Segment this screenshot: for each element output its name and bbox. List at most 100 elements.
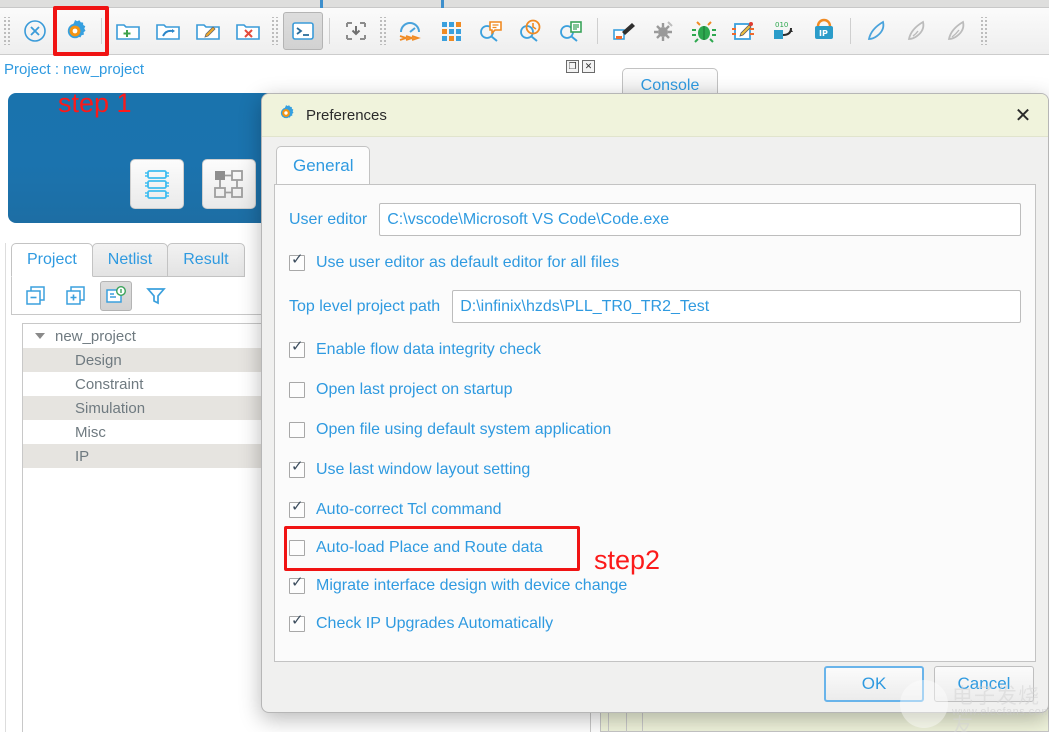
checkbox-use-user-editor-default[interactable]: Use user editor as default editor for al… bbox=[289, 250, 1021, 275]
dashboard-button-group bbox=[130, 159, 256, 209]
checkbox-label: Use last window layout setting bbox=[316, 460, 531, 478]
checkbox-box[interactable] bbox=[289, 459, 305, 478]
debug-bug-icon[interactable] bbox=[684, 12, 724, 50]
tree-row-constraint[interactable]: Constraint bbox=[23, 372, 284, 396]
checkbox-migrate-interface-design-with-device-change[interactable]: Migrate interface design with device cha… bbox=[289, 573, 1021, 598]
new-folder-icon[interactable] bbox=[108, 12, 148, 50]
tab-netlist-label: Netlist bbox=[107, 251, 153, 268]
checkbox-label: Enable flow data integrity check bbox=[316, 340, 542, 358]
project-panel-tabs: Project Netlist Result bbox=[11, 243, 245, 277]
filter-funnel-icon[interactable] bbox=[140, 281, 172, 311]
panel-float-button[interactable]: ❐ bbox=[566, 60, 579, 73]
toolbar-separator-2 bbox=[329, 18, 330, 44]
dialog-title-bar: Preferences ✕ bbox=[262, 94, 1048, 137]
checkbox-label: Migrate interface design with device cha… bbox=[316, 576, 628, 594]
checkbox-enable-flow-data-integrity-check[interactable]: Enable flow data integrity check bbox=[289, 337, 1021, 362]
user-editor-value: C:\vscode\Microsoft VS Code\Code.exe bbox=[387, 210, 670, 228]
tree-item-label: IP bbox=[75, 447, 90, 465]
toolbar-grip-4[interactable] bbox=[980, 17, 989, 45]
show-info-icon[interactable] bbox=[100, 280, 132, 311]
checkbox-check-ip-upgrades-automatically[interactable]: Check IP Upgrades Automatically bbox=[289, 611, 1021, 636]
close-icon[interactable]: ✕ bbox=[1010, 103, 1036, 129]
checkbox-box[interactable] bbox=[289, 613, 305, 632]
cancel-button[interactable]: Cancel bbox=[934, 666, 1034, 702]
download-device-icon[interactable] bbox=[336, 12, 376, 50]
tree-row-misc[interactable]: Misc bbox=[23, 420, 284, 444]
step2-annotation: step2 bbox=[594, 545, 661, 575]
tree-row-design[interactable]: Design bbox=[23, 348, 284, 372]
svg-text:010: 010 bbox=[775, 21, 788, 29]
tab-console-label: Console bbox=[640, 76, 700, 94]
checkbox-box[interactable] bbox=[289, 539, 305, 556]
device-stack-icon[interactable] bbox=[130, 159, 184, 209]
search-message-icon[interactable] bbox=[471, 12, 511, 50]
signal-probe-icon[interactable]: 010 bbox=[764, 12, 804, 50]
tab-project[interactable]: Project bbox=[11, 243, 93, 277]
tab-marker-2 bbox=[441, 0, 444, 8]
close-project-icon[interactable] bbox=[15, 12, 55, 50]
project-title: Project : new_project bbox=[4, 60, 145, 78]
user-editor-input[interactable]: C:\vscode\Microsoft VS Code\Code.exe bbox=[379, 203, 1021, 236]
toolbar-separator-1 bbox=[101, 18, 102, 44]
tab-netlist[interactable]: Netlist bbox=[91, 243, 169, 277]
toolbar-separator-3 bbox=[597, 18, 598, 44]
collapse-all-icon[interactable] bbox=[20, 281, 52, 311]
checkbox-box[interactable] bbox=[289, 339, 305, 358]
project-panel-toolbar bbox=[11, 277, 284, 315]
ok-button-label: OK bbox=[861, 674, 887, 693]
edit-schematic-icon[interactable] bbox=[724, 12, 764, 50]
main-toolbar: 010 IP bbox=[0, 8, 1049, 55]
expand-all-icon[interactable] bbox=[60, 281, 92, 311]
checkbox-box[interactable] bbox=[289, 421, 305, 438]
checkbox-use-last-window-layout-setting[interactable]: Use last window layout setting bbox=[289, 457, 1021, 482]
power-analyzer-icon[interactable] bbox=[644, 12, 684, 50]
open-folder-icon[interactable] bbox=[148, 12, 188, 50]
run-flow-icon[interactable] bbox=[391, 12, 431, 50]
tab-result[interactable]: Result bbox=[167, 243, 245, 277]
checkbox-label: Auto-load Place and Route data bbox=[316, 538, 543, 556]
pin-assign-icon[interactable] bbox=[604, 12, 644, 50]
chevron-down-icon[interactable] bbox=[35, 333, 45, 339]
panel-close-button[interactable]: ✕ bbox=[582, 60, 595, 73]
settings-gear-icon[interactable] bbox=[55, 12, 95, 50]
terminal-console-icon[interactable] bbox=[283, 12, 323, 50]
pen-blue-icon[interactable] bbox=[857, 12, 897, 50]
tree-row-root[interactable]: new_project bbox=[23, 324, 284, 348]
search-timing-icon[interactable] bbox=[511, 12, 551, 50]
checkbox-label: Check IP Upgrades Automatically bbox=[316, 614, 554, 632]
checkbox-box[interactable] bbox=[289, 381, 305, 398]
tree-row-simulation[interactable]: Simulation bbox=[23, 396, 284, 420]
ok-button[interactable]: OK bbox=[824, 666, 924, 702]
toolbar-grip-2[interactable] bbox=[271, 17, 280, 45]
toolbar-grip-3[interactable] bbox=[379, 17, 388, 45]
checkbox-auto-correct-tcl-command[interactable]: Auto-correct Tcl command bbox=[289, 497, 1021, 522]
pen-gray-2-icon[interactable] bbox=[937, 12, 977, 50]
search-report-icon[interactable] bbox=[551, 12, 591, 50]
grid-matrix-icon[interactable] bbox=[431, 12, 471, 50]
tab-general[interactable]: General bbox=[276, 146, 371, 184]
panel-controls: ❐ ✕ bbox=[566, 60, 595, 73]
checkbox-label: Open last project on startup bbox=[316, 380, 513, 398]
delete-folder-icon[interactable] bbox=[228, 12, 268, 50]
checkbox-label: Auto-correct Tcl command bbox=[316, 500, 502, 518]
project-panel: Project Netlist Result new_project Desig… bbox=[6, 243, 284, 732]
step1-annotation: step 1 bbox=[58, 88, 132, 118]
dialog-body: General User editor C:\vscode\Microsoft … bbox=[262, 137, 1048, 712]
toolbar-grip-1[interactable] bbox=[3, 17, 12, 45]
project-tree: new_project Design Constraint Simulation… bbox=[22, 323, 284, 732]
checkbox-box[interactable] bbox=[289, 252, 305, 271]
edit-folder-icon[interactable] bbox=[188, 12, 228, 50]
tree-root-label: new_project bbox=[55, 327, 136, 345]
tab-general-label: General bbox=[293, 155, 354, 175]
checkbox-box[interactable] bbox=[289, 499, 305, 518]
checkbox-label: Use user editor as default editor for al… bbox=[316, 253, 620, 271]
tree-row-ip[interactable]: IP bbox=[23, 444, 284, 468]
checkbox-open-last-project-on-startup[interactable]: Open last project on startup bbox=[289, 377, 1021, 402]
flow-blocks-icon[interactable] bbox=[202, 159, 256, 209]
ip-package-icon[interactable]: IP bbox=[804, 12, 844, 50]
checkbox-box[interactable] bbox=[289, 575, 305, 594]
checkbox-open-file-default-system-application[interactable]: Open file using default system applicati… bbox=[289, 417, 1021, 442]
pen-gray-icon[interactable] bbox=[897, 12, 937, 50]
top-level-path-input[interactable]: D:\infinix\hzds\PLL_TR0_TR2_Test bbox=[452, 290, 1021, 323]
tree-item-label: Misc bbox=[75, 423, 106, 441]
